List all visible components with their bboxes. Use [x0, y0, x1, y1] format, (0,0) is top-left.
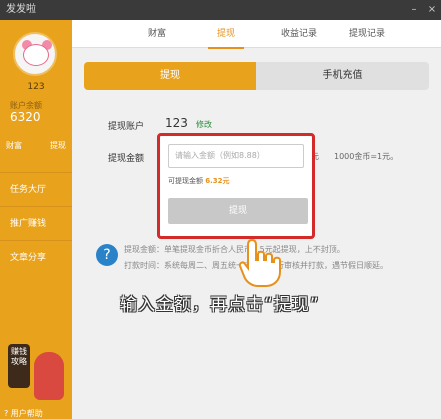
account-label: 提现账户	[108, 122, 145, 132]
tab-wealth[interactable]: 财富	[127, 20, 187, 48]
instruction-hint: 输入金额，再点击“提现”	[120, 295, 320, 315]
user-help-link[interactable]: ? 用户帮助	[4, 408, 43, 419]
question-icon: ?	[96, 244, 118, 266]
earning-guide-badge: 赚钱攻略	[8, 344, 30, 388]
top-tabs: 财富 提现 收益记录 提现记录	[72, 20, 441, 49]
tab-withdraw-records[interactable]: 提现记录	[337, 20, 397, 48]
pointing-hand-icon	[238, 238, 281, 287]
edit-account-link[interactable]: 修改	[196, 119, 212, 130]
available-value: 6.32元	[205, 177, 230, 185]
sidebar: 123 账户余额 6320 财富 提现 任务大厅 推广赚钱 文章分享 赚钱攻略 …	[0, 20, 72, 419]
avatar[interactable]	[13, 32, 57, 76]
amount-label: 提现金额	[108, 154, 145, 164]
subtab-phone-recharge[interactable]: 手机充值	[256, 62, 429, 90]
help-label: 用户帮助	[10, 409, 43, 418]
exchange-rate-note: 1000金币=1元。	[334, 152, 399, 161]
username: 123	[27, 82, 45, 92]
window-title: 发发啦	[6, 4, 36, 15]
sidebar-item-article-share[interactable]: 文章分享	[0, 240, 72, 274]
account-value: 123	[165, 116, 188, 130]
close-icon[interactable]: ×	[427, 0, 437, 20]
subtab-withdraw[interactable]: 提现	[84, 62, 256, 90]
sidebar-item-promote[interactable]: 推广赚钱	[0, 206, 72, 240]
help-icon: ?	[4, 409, 9, 418]
tab-withdraw[interactable]: 提现	[196, 20, 256, 49]
title-bar: 发发啦 – ×	[0, 0, 441, 20]
minimize-icon[interactable]: –	[409, 0, 419, 20]
amount-input[interactable]: 请输入金额（例如8.88）	[168, 144, 304, 168]
withdraw-popup: 请输入金额（例如8.88） 可提现金额 6.32元 提现	[157, 133, 315, 239]
tab-income-records[interactable]: 收益记录	[269, 20, 329, 48]
sidebar-item-task-hall[interactable]: 任务大厅	[0, 172, 72, 206]
balance-value: 6320	[10, 110, 41, 124]
mascot-illustration[interactable]: 赚钱攻略	[6, 338, 70, 404]
available-amount: 可提现金额 6.32元	[168, 176, 230, 186]
app-window: 发发啦 – × 123 账户余额 6320 财富 提现 任务大厅 推广赚钱 文章…	[0, 0, 441, 419]
withdraw-link[interactable]: 提现	[50, 140, 66, 151]
withdraw-button[interactable]: 提现	[168, 198, 308, 224]
wealth-link[interactable]: 财富	[6, 140, 22, 151]
available-label: 可提现金额	[168, 177, 203, 185]
